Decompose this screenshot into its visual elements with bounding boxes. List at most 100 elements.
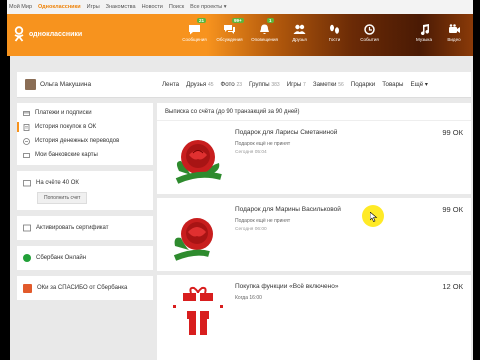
sberbank-label: Сбербанк Онлайн [36,255,87,261]
menu-bank-cards[interactable]: Мои банковские карты [17,148,153,162]
portal-bar: Мой Мир Одноклассники Игры Знакомства Но… [7,0,473,14]
profile-link-label: Заметки [312,81,337,88]
nav-video[interactable]: Видео [439,18,469,42]
balance-card: На счёте 40 ОК Пополнить счет [17,171,153,210]
mouse-cursor-highlight [362,205,384,227]
history-icon [23,123,30,131]
nav-discussions-label: Обсуждения [216,37,243,42]
portal-link-mymir[interactable]: Мой Мир [9,4,32,10]
nav-events[interactable]: События [352,18,387,42]
transaction-date: Сегодня 05:04 [235,150,267,155]
nav-events-label: События [360,37,379,42]
page-left-edge [7,56,10,360]
transaction-row[interactable]: Подарок для Ларисы Сметаниной Подарок ещ… [157,121,471,198]
nav-friends[interactable]: Друзья [282,18,317,42]
balance-text: На счёте 40 ОК [36,180,79,186]
sberbank-spasibo[interactable]: ОКи за СПАСИБО от Сбербанка [17,276,153,300]
profile-links: Лента Друзья 45 Фото 23 Группы 383 Игры … [162,81,428,88]
portal-link-dating[interactable]: Знакомства [106,4,136,10]
spasibo-icon [23,283,32,293]
card-icon [23,110,30,116]
transaction-status: Когда 16:00 [235,295,262,301]
portal-link-all-projects[interactable]: Все проекты ▾ [190,4,226,10]
header-nav: 21 Сообщения 99+ Обсуждения 1 Оповещения… [177,18,387,42]
transaction-row[interactable]: Подарок для Марины Васильковой Подарок е… [157,198,471,275]
nav-music-label: Музыка [416,37,432,42]
transaction-title[interactable]: Подарок для Ларисы Сметаниной [235,129,337,136]
nav-notifications[interactable]: 1 Оповещения [247,18,282,42]
portal-link-news[interactable]: Новости [142,4,163,10]
menu-purchase-history[interactable]: История покупок в ОК [17,120,153,134]
profile-link-count: 56 [338,82,344,88]
chat-icon [189,25,200,35]
profile-bar: Ольга Макушина Лента Друзья 45 Фото 23 Г… [17,72,471,98]
profile-link-label: Ещё ▾ [410,81,428,88]
profile-link-goods[interactable]: Товары [382,81,403,88]
page-body: Ольга Макушина Лента Друзья 45 Фото 23 Г… [7,56,473,360]
transaction-date: Сегодня 06:00 [235,227,267,232]
profile-link-count: 7 [303,82,306,88]
menu-label: История покупок в ОК [35,124,97,130]
certificate-icon [23,224,31,232]
video-icon [448,24,460,33]
profile-link-count: 23 [236,82,243,88]
topup-button[interactable]: Пополнить счет [37,192,88,204]
statement-heading: Выписка со счёта (до 90 транзакций за 90… [157,103,471,121]
nav-guests[interactable]: Гости [317,18,352,42]
profile-link-friends[interactable]: Друзья 45 [186,81,213,88]
profile-link-more[interactable]: Ещё ▾ [411,81,428,88]
nav-messages-label: Сообщения [182,37,207,42]
transaction-status: Подарок ещё не принят [235,218,291,224]
header-nav-right: Музыка Видео [409,18,469,42]
profile-link-count: 45 [207,82,214,88]
profile-link-feed[interactable]: Лента [162,81,179,88]
site-logo[interactable]: одноклассники [13,26,82,42]
transactions-panel: Выписка со счёта (до 90 транзакций за 90… [157,103,471,360]
discussions-badge: 99+ [232,18,244,23]
nav-music[interactable]: Музыка [409,18,439,42]
logo-text: одноклассники [29,30,83,38]
profile-link-photos[interactable]: Фото 23 [221,81,243,88]
portal-link-games[interactable]: Игры [87,4,100,10]
profile-link-label: Игры [286,81,302,88]
profile-link-notes[interactable]: Заметки 56 [313,81,344,88]
profile-name[interactable]: Ольга Макушина [40,81,91,88]
site-header: одноклассники 21 Сообщения 99+ Обсуждени… [7,14,473,56]
transaction-price: 99 ОК [442,128,463,137]
transaction-row[interactable]: Покупка функции «Всё включено» Когда 16:… [157,275,471,352]
profile-link-label: Подарки [350,81,376,88]
menu-label: История денежных переводов [35,138,120,144]
sberbank-online[interactable]: Сбербанк Онлайн [17,246,153,270]
avatar[interactable] [25,79,36,90]
profile-link-gifts[interactable]: Подарки [351,81,375,88]
menu-payments-subscriptions[interactable]: Платежи и подписки [17,106,153,120]
profile-link-label: Друзья [186,81,207,88]
spasibo-label: ОКи за СПАСИБО от Сбербанка [37,285,128,291]
menu-transfer-history[interactable]: История денежных переводов [17,134,153,148]
activate-certificate[interactable]: Активировать сертификат [17,216,153,240]
ok-logo-icon [14,26,24,42]
transaction-title[interactable]: Подарок для Марины Васильковой [235,206,341,213]
wallet-icon [23,180,31,187]
bank-card-icon [23,152,30,158]
right-black-border [473,0,480,360]
profile-link-groups[interactable]: Группы 383 [249,81,280,88]
portal-link-search[interactable]: Поиск [169,4,184,10]
payments-sidebar: Платежи и подписки История покупок в ОК … [17,103,153,306]
rose-gift-icon [173,218,213,261]
events-icon [364,24,375,35]
portal-link-ok[interactable]: Одноклассники [38,4,81,10]
discussion-icon [224,25,235,34]
pointer-icon [370,212,378,222]
nav-messages[interactable]: 21 Сообщения [177,18,212,42]
nav-video-label: Видео [447,37,461,42]
rose-gift-icon [175,140,222,184]
nav-discussions[interactable]: 99+ Обсуждения [212,18,247,42]
certificate-label: Активировать сертификат [36,225,109,231]
profile-link-games[interactable]: Игры 7 [287,81,306,88]
footprints-icon [330,24,339,34]
transaction-title[interactable]: Покупка функции «Всё включено» [235,283,338,290]
profile-link-label: Фото [220,81,235,88]
sberbank-icon [23,254,31,262]
friends-icon [293,24,306,34]
